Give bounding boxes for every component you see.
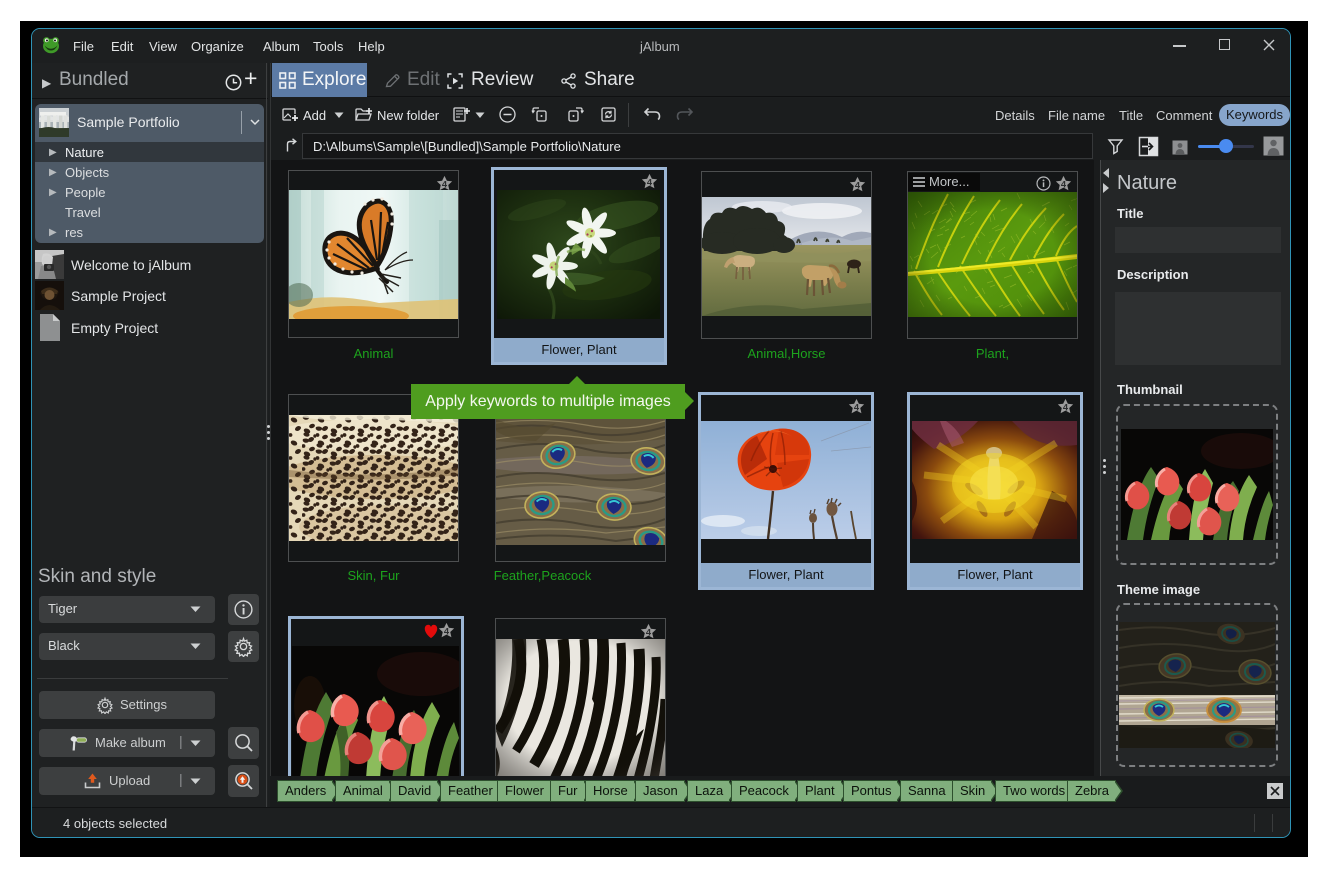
svg-text:4: 4 <box>646 627 652 637</box>
svg-text:4: 4 <box>647 177 653 187</box>
svg-text:4: 4 <box>442 179 448 189</box>
svg-text:4: 4 <box>1063 402 1069 412</box>
svg-text:4: 4 <box>444 626 450 636</box>
svg-text:4: 4 <box>855 180 861 190</box>
svg-text:4: 4 <box>1061 179 1067 189</box>
svg-text:4: 4 <box>854 402 860 412</box>
